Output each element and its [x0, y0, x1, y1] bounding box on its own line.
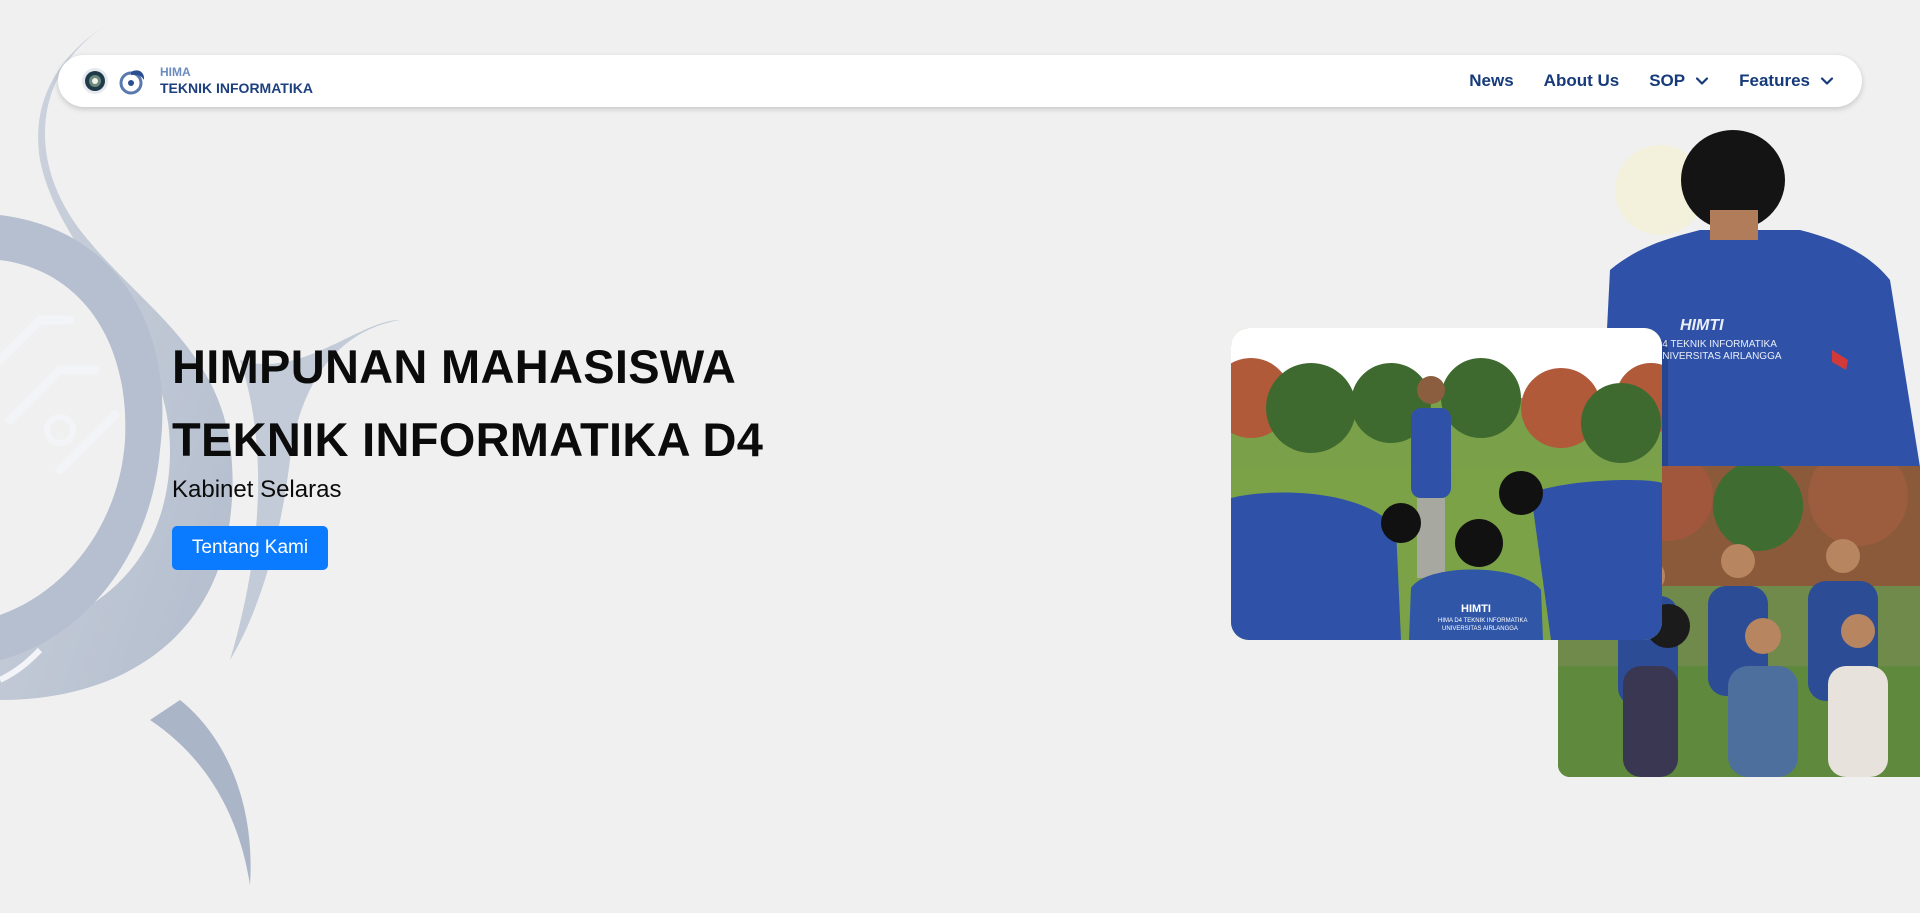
person-shirt-title: HIMTI: [1680, 317, 1724, 334]
brand-name: HIMA TEKNIK INFORMATIKA: [160, 65, 313, 96]
tentang-kami-button[interactable]: Tentang Kami: [172, 526, 328, 570]
nav-menu: News About Us SOP Features: [1469, 71, 1840, 91]
hero-title-line-2: TEKNIK INFORMATIKA D4: [172, 413, 764, 466]
university-emblem-icon: [82, 68, 108, 94]
brand-name-bottom: TEKNIK INFORMATIKA: [160, 79, 313, 96]
chevron-down-icon: [1820, 77, 1834, 85]
hero-title-line-1: HIMPUNAN MAHASISWA: [172, 340, 737, 393]
event-photo: HIMTI HIMA D4 TEKNIK INFORMATIKA UNIVERS…: [1231, 328, 1662, 640]
nav-news-label: News: [1469, 71, 1514, 90]
brand-name-top: HIMA: [160, 65, 191, 80]
hima-dragon-logo-icon: [119, 70, 145, 95]
nav-about-us-link[interactable]: About Us: [1544, 71, 1620, 91]
nav-news-link[interactable]: News: [1469, 71, 1513, 91]
nav-sop-dropdown[interactable]: SOP: [1649, 71, 1709, 91]
nav-features-dropdown[interactable]: Features: [1739, 71, 1834, 91]
hero-subtitle: Kabinet Selaras: [172, 476, 342, 503]
hero-title: HIMPUNAN MAHASISWA TEKNIK INFORMATIKA D4: [172, 330, 763, 476]
event-shirt-line-2: HIMA D4 TEKNIK INFORMATIKA: [1438, 618, 1527, 624]
top-navbar: HIMA TEKNIK INFORMATIKA News About Us SO…: [58, 55, 1862, 107]
brand-home-link[interactable]: HIMA TEKNIK INFORMATIKA: [80, 65, 313, 96]
event-shirt-line-3: UNIVERSITAS AIRLANGGA: [1442, 626, 1518, 632]
person-shirt-line-3: UNIVERSITAS AIRLANGGA: [1655, 351, 1782, 362]
nav-sop-label: SOP: [1649, 71, 1686, 90]
person-shirt-line-2: D4 TEKNIK INFORMATIKA: [1655, 339, 1777, 350]
chevron-down-icon: [1696, 77, 1709, 85]
nav-about-us-label: About Us: [1543, 71, 1620, 90]
nav-features-label: Features: [1739, 71, 1810, 90]
event-shirt-title: HIMTI: [1461, 603, 1491, 615]
